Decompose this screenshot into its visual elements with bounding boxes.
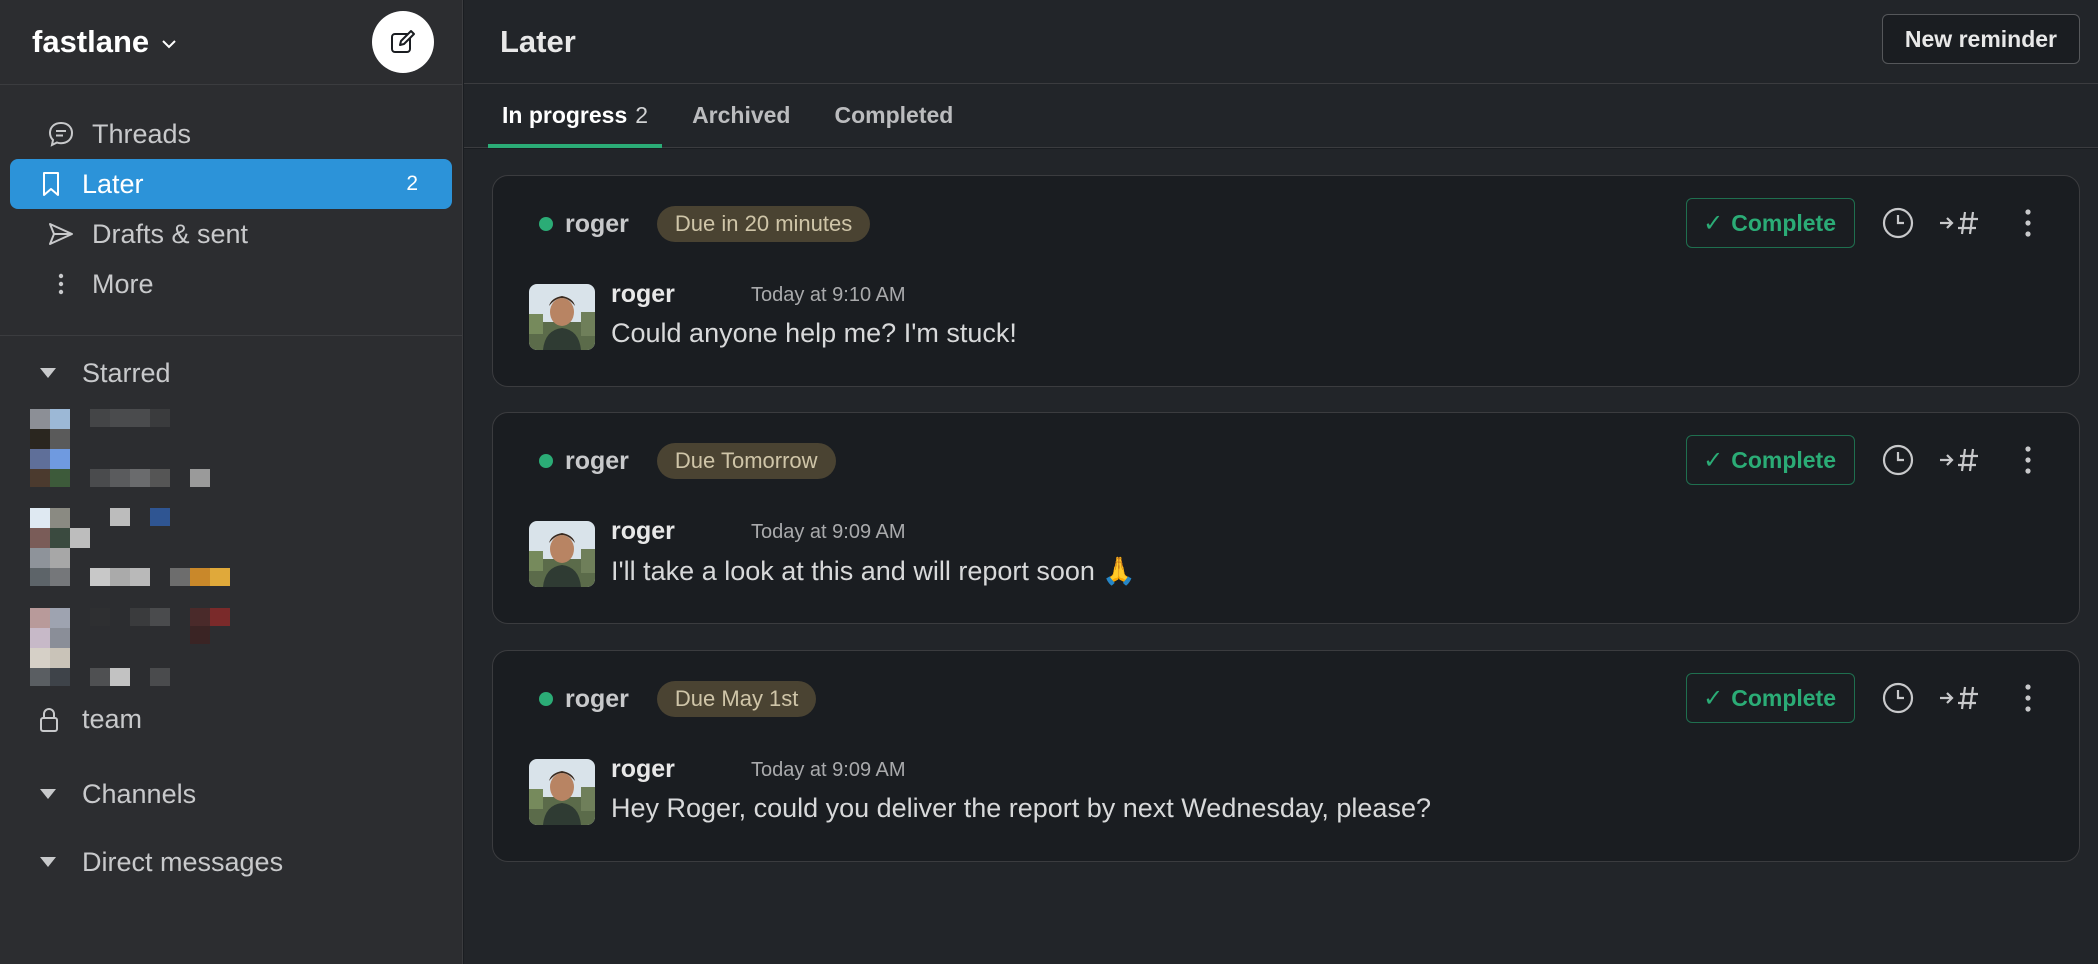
- threads-icon: [46, 119, 76, 149]
- tab-count: 2: [635, 101, 649, 128]
- reminder-user[interactable]: roger: [565, 210, 629, 239]
- compose-button[interactable]: [372, 11, 434, 73]
- reminder-card[interactable]: roger Due May 1st ✓ Complete roger Today…: [492, 650, 2080, 862]
- sidebar-item-label: More: [92, 268, 154, 299]
- complete-button[interactable]: ✓ Complete: [1686, 673, 1855, 723]
- avatar[interactable]: [529, 521, 595, 587]
- snooze-button[interactable]: [1879, 204, 1917, 242]
- reminder-card[interactable]: roger Due in 20 minutes ✓ Complete roger…: [492, 175, 2080, 387]
- tab-bar: In progress 2 Archived Completed: [464, 84, 2098, 148]
- new-reminder-button[interactable]: New reminder: [1881, 14, 2080, 64]
- section-starred[interactable]: Starred: [0, 348, 171, 398]
- lock-icon: [40, 707, 58, 732]
- section-channels[interactable]: Channels: [0, 769, 196, 819]
- avatar[interactable]: [529, 759, 595, 825]
- due-badge[interactable]: Due in 20 minutes: [656, 206, 871, 242]
- complete-button[interactable]: ✓ Complete: [1686, 198, 1855, 248]
- section-starred-label: Starred: [82, 357, 171, 388]
- reminder-user[interactable]: roger: [565, 447, 629, 476]
- message-text: Could anyone help me? I'm stuck!: [611, 318, 1017, 348]
- avatar[interactable]: [529, 284, 595, 350]
- arrow-hash-icon: [1940, 448, 1978, 472]
- move-to-channel-button[interactable]: [1937, 204, 1981, 242]
- message-author[interactable]: roger: [611, 280, 675, 309]
- message-timestamp[interactable]: Today at 9:09 AM: [751, 759, 906, 782]
- workspace-name[interactable]: fastlane: [32, 24, 149, 60]
- page-title: Later: [500, 23, 576, 59]
- sidebar-item-threads[interactable]: Threads: [10, 109, 452, 159]
- workspace-header[interactable]: fastlane: [0, 0, 462, 85]
- check-icon: ✓: [1703, 446, 1724, 474]
- more-actions-button[interactable]: [2009, 679, 2047, 717]
- section-dms-label: Direct messages: [82, 846, 284, 877]
- due-badge[interactable]: Due Tomorrow: [656, 443, 836, 479]
- reminders-list: roger Due in 20 minutes ✓ Complete roger…: [464, 149, 2098, 964]
- message[interactable]: roger Today at 9:09 AM I'll take a look …: [529, 517, 2059, 587]
- presence-dot: [539, 454, 553, 468]
- message-author[interactable]: roger: [611, 755, 675, 784]
- sidebar-item-drafts[interactable]: Drafts & sent: [10, 209, 452, 259]
- sidebar-item-label: Later: [82, 168, 144, 199]
- caret-down-icon: [40, 857, 56, 867]
- tab-label: In progress: [502, 101, 628, 128]
- complete-label: Complete: [1731, 446, 1836, 473]
- section-direct-messages[interactable]: Direct messages: [0, 837, 283, 887]
- more-vertical-icon: [2025, 684, 2031, 712]
- section-channels-label: Channels: [82, 778, 197, 809]
- clock-icon: [1882, 444, 1914, 476]
- tab-archived[interactable]: Archived: [678, 83, 804, 147]
- message-text: I'll take a look at this and will report…: [611, 556, 1137, 586]
- complete-label: Complete: [1731, 684, 1836, 711]
- complete-button[interactable]: ✓ Complete: [1686, 435, 1855, 485]
- more-actions-button[interactable]: [2009, 441, 2047, 479]
- message[interactable]: roger Today at 9:10 AM Could anyone help…: [529, 280, 2059, 350]
- reminder-user[interactable]: roger: [565, 685, 629, 714]
- message-timestamp[interactable]: Today at 9:10 AM: [751, 284, 906, 307]
- clock-icon: [1882, 207, 1914, 239]
- sidebar-nav: Threads Later 2 Drafts & sent More: [0, 85, 462, 336]
- tab-label: Completed: [834, 101, 954, 128]
- move-to-channel-button[interactable]: [1937, 679, 1981, 717]
- sidebar-item-label: Threads: [92, 118, 192, 149]
- sidebar-item-more[interactable]: More: [10, 259, 452, 309]
- send-icon: [46, 219, 76, 249]
- chevron-down-icon[interactable]: [159, 34, 179, 54]
- arrow-hash-icon: [1940, 686, 1978, 710]
- sidebar-item-later[interactable]: Later 2: [10, 159, 452, 209]
- tab-completed[interactable]: Completed: [821, 83, 968, 147]
- snooze-button[interactable]: [1879, 679, 1917, 717]
- tab-in-progress[interactable]: In progress 2: [488, 83, 663, 148]
- complete-label: Complete: [1731, 209, 1836, 236]
- presence-dot: [539, 217, 553, 231]
- arrow-hash-icon: [1940, 211, 1978, 235]
- tab-label: Archived: [692, 101, 791, 128]
- more-vertical-icon: [2025, 446, 2031, 474]
- message[interactable]: roger Today at 9:09 AM Hey Roger, could …: [529, 755, 2059, 825]
- main-panel: Later New reminder In progress 2 Archive…: [464, 0, 2098, 964]
- message-author[interactable]: roger: [611, 517, 675, 546]
- message-timestamp[interactable]: Today at 9:09 AM: [751, 521, 906, 544]
- sidebar-item-label: team: [82, 704, 143, 734]
- clock-icon: [1882, 682, 1914, 714]
- later-count-badge: 2: [406, 172, 418, 195]
- bookmark-icon: [36, 169, 66, 199]
- more-vertical-icon: [46, 269, 76, 299]
- sidebar-item-team[interactable]: team: [34, 704, 142, 735]
- check-icon: ✓: [1703, 209, 1724, 237]
- snooze-button[interactable]: [1879, 441, 1917, 479]
- message-text: Hey Roger, could you deliver the report …: [611, 793, 1431, 823]
- more-actions-button[interactable]: [2009, 204, 2047, 242]
- header-bar: Later New reminder: [464, 0, 2098, 84]
- presence-dot: [539, 692, 553, 706]
- compose-icon: [391, 30, 415, 53]
- sidebar: fastlane Threads Later 2 Drafts & sent M…: [0, 0, 463, 964]
- reminder-card[interactable]: roger Due Tomorrow ✓ Complete roger Toda…: [492, 412, 2080, 624]
- sidebar-item-label: Drafts & sent: [92, 218, 249, 249]
- caret-down-icon: [40, 789, 56, 799]
- caret-down-icon: [40, 368, 56, 378]
- due-badge[interactable]: Due May 1st: [656, 681, 817, 717]
- more-vertical-icon: [2025, 209, 2031, 237]
- move-to-channel-button[interactable]: [1937, 441, 1981, 479]
- check-icon: ✓: [1703, 684, 1724, 712]
